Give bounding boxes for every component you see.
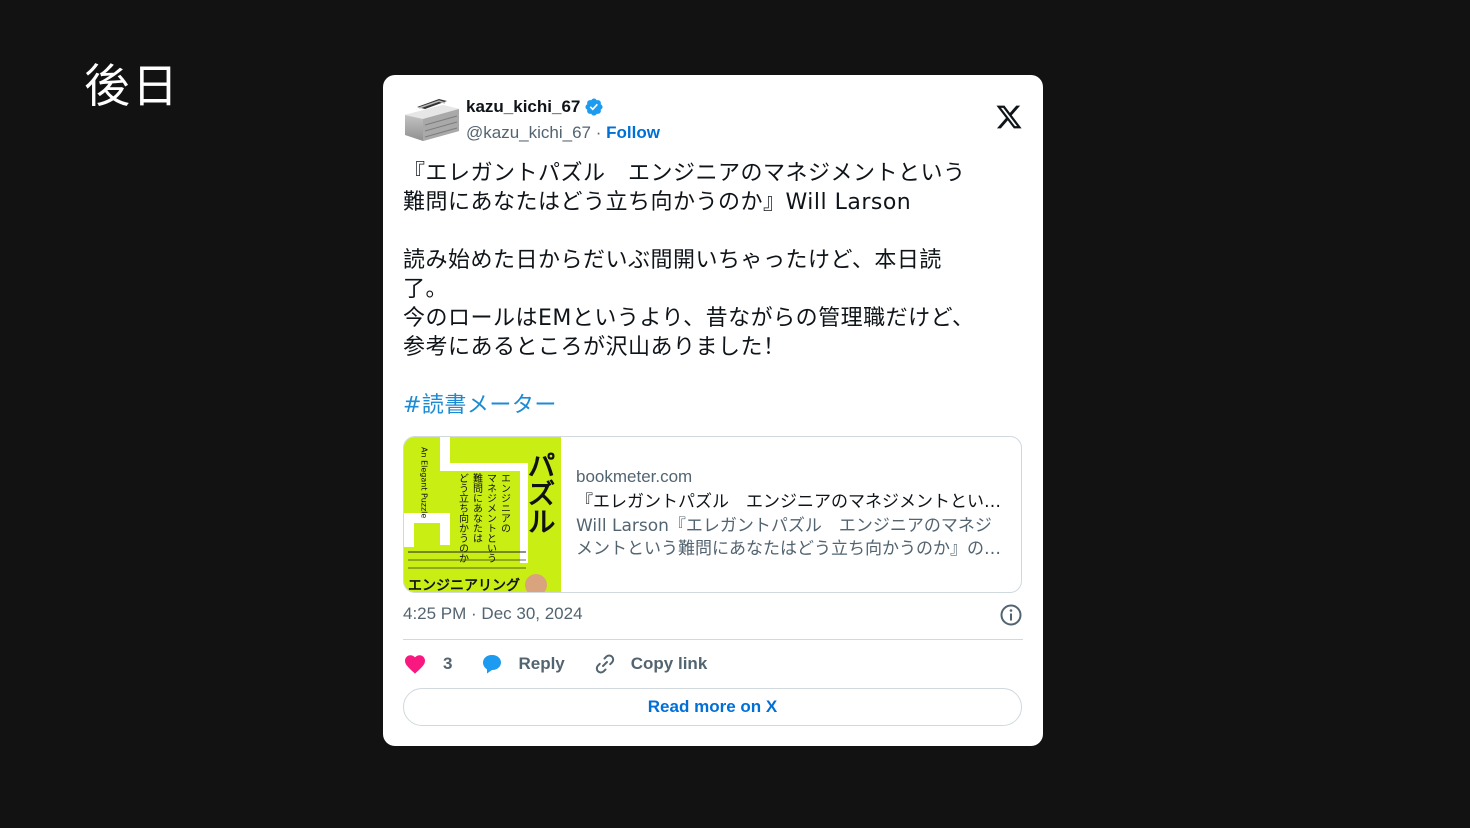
read-more-button[interactable]: Read more on X (403, 688, 1022, 726)
tweet-header: kazu_kichi_67 @kazu_kichi_67 · Follow (403, 95, 1023, 145)
avatar[interactable] (403, 95, 461, 145)
reply-bubble-icon (483, 655, 502, 674)
link-domain: bookmeter.com (576, 467, 693, 486)
book-english-title: An Elegant Puzzle (420, 447, 429, 518)
tweet-text-line: 『エレガントパズル エンジニアのマネジメントという (403, 161, 966, 186)
reply-label: Reply (518, 654, 565, 673)
hashtag-link[interactable]: #読書メーター (403, 391, 1013, 420)
book-vertical-line: エンジニアの (499, 473, 511, 533)
link-info: bookmeter.com 『エレガントパズル エンジニアのマネジメントという難… (576, 465, 1007, 561)
link-description: Will Larson『エレガントパズル エンジニアのマネジメントという難問にあ… (576, 516, 1001, 559)
tweet-timestamp[interactable]: 4:25 PM · Dec 30, 2024 (403, 604, 583, 624)
like-button[interactable]: 3 (403, 652, 452, 676)
book-footer-text: エンジニアリング (408, 577, 520, 592)
verified-badge-icon (585, 98, 603, 116)
display-name[interactable]: kazu_kichi_67 (466, 97, 580, 117)
tweet-text-line: 了。 (403, 277, 449, 302)
x-logo-icon[interactable] (995, 103, 1023, 131)
info-icon[interactable] (999, 603, 1023, 627)
slide-title: 後日 (84, 59, 180, 113)
heart-icon (405, 655, 425, 674)
handle[interactable]: @kazu_kichi_67 (466, 123, 591, 142)
book-vertical-line: どう立ち向かうのか (457, 473, 469, 563)
name-row: kazu_kichi_67 (466, 95, 604, 119)
book-vertical-line: マネジメントという (485, 473, 497, 563)
copy-link-button[interactable]: Copy link (593, 652, 708, 676)
copy-link-label: Copy link (630, 654, 708, 673)
link-icon (595, 654, 614, 674)
tweet-text-line: 参考にあるところが沢山ありました！ (403, 335, 786, 360)
book-big-title: パズル (524, 451, 557, 535)
tweet-actions: 3 Reply Copy link (403, 649, 735, 679)
separator: · (595, 123, 602, 142)
handle-row: @kazu_kichi_67 · Follow (466, 123, 660, 143)
follow-link[interactable]: Follow (606, 123, 660, 142)
tweet-text-line: 難問にあなたはどう立ち向かうのか』Will Larson (403, 190, 912, 215)
link-title: 『エレガントパズル エンジニアのマネジメントという難問にあなたはどう立ち向かうの… (576, 492, 1007, 512)
divider (403, 639, 1023, 640)
book-vertical-line: 難問にあなたは (471, 472, 483, 543)
tweet-text-line: 読み始めた日からだいぶ間開いちゃったけど、本日読 (403, 248, 942, 273)
tweet-text-line: 今のロールはEMというより、昔ながらの管理職だけど、 (403, 306, 975, 331)
link-preview-card[interactable]: パズル エンジニアの マネジメントという 難問にあなたは どう立ち向かうのか A… (403, 436, 1022, 593)
like-count: 3 (443, 654, 453, 673)
reply-button[interactable]: Reply (480, 652, 565, 676)
embedded-tweet-card: kazu_kichi_67 @kazu_kichi_67 · Follow 『エ… (383, 75, 1043, 746)
book-cover-image: パズル エンジニアの マネジメントという 難問にあなたは どう立ち向かうのか A… (404, 437, 561, 592)
tweet-text: 『エレガントパズル エンジニアのマネジメントという 難問にあなたはどう立ち向かう… (403, 159, 1013, 420)
